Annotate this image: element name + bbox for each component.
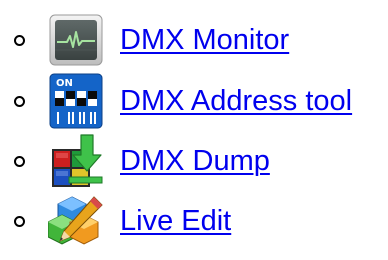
- tool-list: DMX Monitor ON DMX Address tool DMX Dump…: [0, 0, 388, 260]
- bullet-marker: [14, 216, 25, 227]
- bullet-marker: [14, 35, 25, 46]
- live-edit-link[interactable]: Live Edit: [120, 204, 231, 238]
- bullet-marker: [14, 156, 25, 167]
- list-item-dmx-address-tool: ON DMX Address tool: [0, 73, 388, 129]
- list-item-dmx-monitor: DMX Monitor: [0, 12, 388, 68]
- dip-switch-on-label: ON: [56, 78, 73, 89]
- dmx-dump-icon[interactable]: [48, 133, 104, 189]
- bullet-marker: [14, 96, 25, 107]
- live-edit-icon[interactable]: [48, 193, 104, 249]
- list-item-live-edit: Live Edit: [0, 193, 388, 249]
- list-item-dmx-dump: DMX Dump: [0, 133, 388, 189]
- dip-switch-icon[interactable]: ON: [48, 73, 104, 129]
- dmx-monitor-link[interactable]: DMX Monitor: [120, 23, 289, 57]
- dmx-dump-link[interactable]: DMX Dump: [120, 144, 270, 178]
- dmx-address-tool-link[interactable]: DMX Address tool: [120, 84, 352, 118]
- dmx-monitor-icon[interactable]: [48, 12, 104, 68]
